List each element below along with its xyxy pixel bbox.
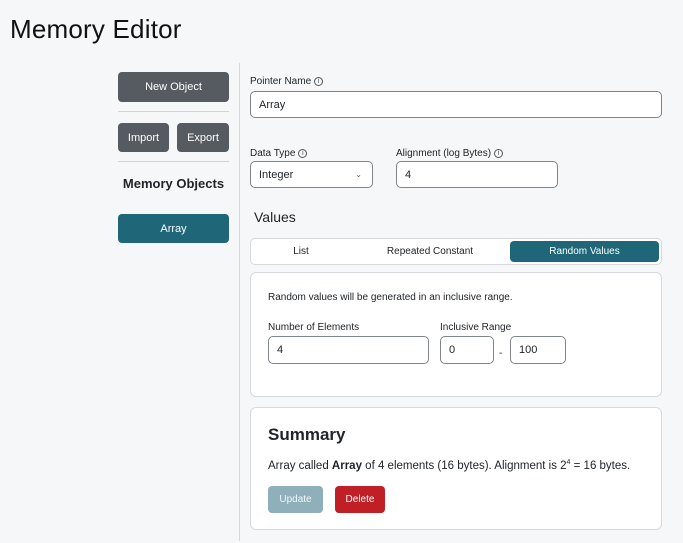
summary-text-before: Array called [268, 460, 332, 472]
random-values-description: Random values will be generated in an in… [268, 292, 513, 303]
sidebar-divider [118, 111, 229, 112]
info-icon[interactable]: i [298, 149, 308, 158]
export-button[interactable]: Export [177, 123, 229, 152]
new-object-button[interactable]: New Object [118, 72, 229, 102]
import-button[interactable]: Import [118, 123, 169, 152]
alignment-label: Alignment (log Bytes) i [396, 148, 504, 159]
vertical-divider [239, 63, 240, 541]
values-tabs: List Repeated Constant Random Values [250, 238, 662, 265]
memory-objects-heading: Memory Objects [122, 176, 225, 191]
number-of-elements-label: Number of Elements [268, 322, 360, 333]
range-max-input[interactable]: 100 [510, 336, 566, 364]
memory-object-item-array[interactable]: Array [118, 214, 229, 243]
tab-repeated-constant[interactable]: Repeated Constant [355, 241, 505, 262]
pointer-name-input[interactable]: Array [250, 91, 662, 118]
range-separator: - [499, 348, 503, 359]
alignment-value: 4 [405, 168, 412, 181]
info-icon[interactable]: i [314, 77, 324, 86]
data-type-label: Data Type i [250, 148, 308, 159]
alignment-label-text: Alignment (log Bytes) [396, 148, 492, 159]
number-of-elements-value: 4 [277, 344, 284, 356]
info-icon[interactable]: i [494, 149, 504, 158]
range-min-value: 0 [449, 344, 456, 356]
chevron-down-icon: ⌄ [355, 170, 362, 179]
data-type-label-text: Data Type [250, 148, 296, 159]
summary-title: Summary [268, 425, 346, 444]
alignment-input[interactable]: 4 [396, 161, 558, 188]
data-type-value: Integer [259, 168, 294, 181]
delete-button[interactable]: Delete [335, 486, 385, 513]
summary-text-after: = 16 bytes. [570, 460, 631, 472]
inclusive-range-label: Inclusive Range [440, 322, 512, 333]
sidebar-divider [118, 161, 229, 162]
summary-card: Summary Array called Array of 4 elements… [250, 407, 662, 530]
tab-list[interactable]: List [253, 241, 349, 262]
number-of-elements-input[interactable]: 4 [268, 336, 429, 364]
update-button[interactable]: Update [268, 486, 323, 513]
summary-text: Array called Array of 4 elements (16 byt… [268, 459, 631, 472]
pointer-name-value: Array [259, 98, 286, 111]
pointer-name-label: Pointer Name i [250, 76, 324, 87]
page-title: Memory Editor [10, 14, 182, 44]
range-max-value: 100 [519, 344, 538, 356]
tab-random-values[interactable]: Random Values [510, 241, 659, 262]
range-min-input[interactable]: 0 [440, 336, 494, 364]
random-values-card: Random values will be generated in an in… [250, 272, 662, 397]
summary-text-middle: of 4 elements (16 bytes). Alignment is 2 [361, 460, 567, 472]
summary-object-name: Array [331, 460, 362, 472]
data-type-select[interactable]: Integer ⌄ [250, 161, 373, 188]
pointer-name-label-text: Pointer Name [250, 76, 312, 87]
values-heading: Values [254, 209, 296, 225]
